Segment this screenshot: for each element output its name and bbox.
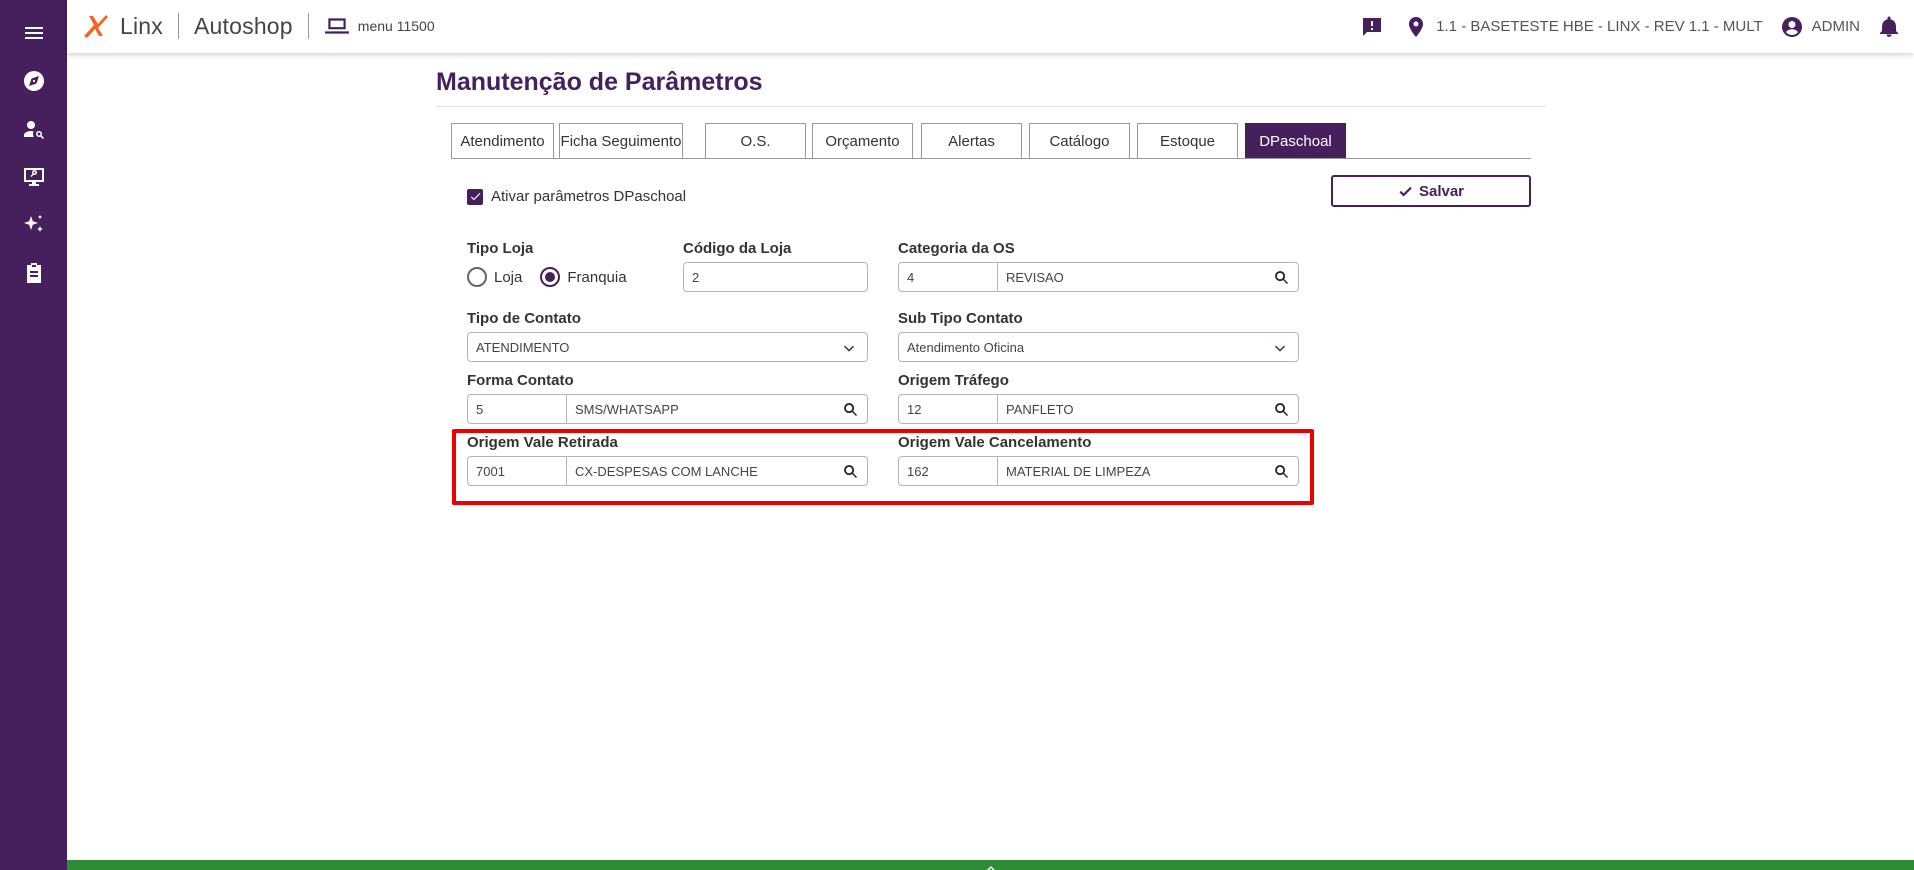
brand-divider (178, 13, 179, 39)
origem-vale-cancelamento-code-input[interactable]: 162 (899, 457, 998, 485)
laptop-icon (324, 18, 349, 34)
clipboard-icon[interactable] (0, 253, 67, 293)
radio-loja-label[interactable]: Loja (494, 269, 522, 286)
forma-contato-lookup: 5 SMS/WHATSAPP (467, 394, 868, 424)
monitor-icon[interactable] (0, 157, 67, 197)
codigo-loja-label: Código da Loja (683, 240, 792, 257)
radio-loja[interactable] (467, 267, 487, 287)
sidebar (0, 0, 67, 870)
brand: Linx Autoshop menu 11500 (80, 11, 435, 41)
sub-tipo-contato-label: Sub Tipo Contato (898, 310, 1023, 327)
origem-trafego-code-input[interactable]: 12 (899, 395, 998, 423)
sparkles-icon[interactable] (0, 205, 67, 245)
categoria-os-code-input[interactable]: 4 (899, 263, 998, 291)
tipo-contato-select[interactable]: ATENDIMENTO (467, 332, 868, 362)
tipo-contato-value: ATENDIMENTO (476, 339, 570, 355)
activate-checkbox[interactable] (467, 188, 483, 205)
origem-vale-retirada-description[interactable]: CX-DESPESAS COM LANCHE (567, 457, 833, 485)
tabs-divider (451, 158, 1531, 159)
brand-name[interactable]: Linx (120, 13, 163, 40)
forma-contato-code-input[interactable]: 5 (468, 395, 567, 423)
chat-alert-icon[interactable] (1359, 14, 1385, 40)
search-icon[interactable] (1264, 263, 1298, 291)
menu-code-label: menu 11500 (357, 18, 435, 34)
location-pin-icon[interactable] (1403, 14, 1429, 40)
tab-atendimento[interactable]: Atendimento (451, 123, 554, 158)
origem-vale-retirada-lookup: 7001 CX-DESPESAS COM LANCHE (467, 456, 868, 486)
top-bar: Linx Autoshop menu 11500 1.1 - BASETESTE… (67, 0, 1914, 53)
sub-tipo-contato-value: Atendimento Oficina (907, 339, 1025, 355)
radio-franquia-label[interactable]: Franquia (567, 269, 626, 286)
tipo-loja-radio-group: Loja Franquia (467, 267, 645, 287)
origem-trafego-lookup: 12 PANFLETO (898, 394, 1299, 424)
tab-dpaschoal[interactable]: DPaschoal (1245, 123, 1346, 158)
origem-trafego-description[interactable]: PANFLETO (998, 395, 1264, 423)
hamburger-menu-icon[interactable] (0, 13, 67, 53)
tab-ficha-seguimento[interactable]: Ficha Seguimento (559, 123, 683, 158)
tipo-contato-label: Tipo de Contato (467, 310, 581, 327)
origem-vale-cancelamento-lookup: 162 MATERIAL DE LIMPEZA (898, 456, 1299, 486)
save-button[interactable]: Salvar (1331, 175, 1531, 207)
linx-logo-icon (84, 15, 108, 38)
origem-vale-cancelamento-label: Origem Vale Cancelamento (898, 434, 1092, 451)
origem-vale-retirada-code-input[interactable]: 7001 (468, 457, 567, 485)
tipo-loja-label: Tipo Loja (467, 240, 534, 257)
forma-contato-description[interactable]: SMS/WHATSAPP (567, 395, 833, 423)
user-name[interactable]: ADMIN (1812, 18, 1860, 35)
search-icon[interactable] (833, 395, 867, 423)
search-icon[interactable] (833, 457, 867, 485)
sub-tipo-contato-select[interactable]: Atendimento Oficina (898, 332, 1299, 362)
account-circle-icon[interactable] (1779, 14, 1805, 40)
radio-franquia[interactable] (540, 267, 561, 287)
categoria-os-lookup: 4 REVISAO (898, 262, 1299, 292)
chevron-down-icon (1272, 340, 1288, 356)
tab-orcamento[interactable]: Orçamento (812, 123, 913, 158)
checkmark-icon (470, 193, 480, 201)
menu-code[interactable]: menu 11500 (324, 13, 435, 39)
bell-icon[interactable] (1876, 14, 1902, 40)
page-title: Manutenção de Parâmetros (436, 68, 763, 96)
tab-estoque[interactable]: Estoque (1137, 123, 1238, 158)
categoria-os-label: Categoria da OS (898, 240, 1015, 257)
tab-os[interactable]: O.S. (705, 123, 806, 158)
tab-alertas[interactable]: Alertas (921, 123, 1022, 158)
top-right-actions: 1.1 - BASETESTE HBE - LINX - REV 1.1 - M… (1359, 0, 1914, 53)
origem-vale-cancelamento-description[interactable]: MATERIAL DE LIMPEZA (998, 457, 1264, 485)
check-icon (1399, 186, 1412, 197)
categoria-os-description[interactable]: REVISAO (998, 263, 1264, 291)
save-button-label: Salvar (1418, 182, 1465, 200)
title-divider (436, 106, 1546, 107)
app-name[interactable]: Autoshop (194, 13, 293, 40)
location-label[interactable]: 1.1 - BASETESTE HBE - LINX - REV 1.1 - M… (1436, 18, 1762, 35)
compass-icon[interactable] (0, 61, 67, 101)
origem-trafego-label: Origem Tráfego (898, 372, 1009, 389)
activate-row: Ativar parâmetros DPaschoal (467, 188, 686, 205)
codigo-loja-input[interactable]: 2 (683, 262, 868, 292)
chevron-down-icon (841, 340, 857, 356)
tab-catalogo[interactable]: Catálogo (1029, 123, 1130, 158)
activate-label[interactable]: Ativar parâmetros DPaschoal (491, 188, 686, 205)
search-icon[interactable] (1264, 457, 1298, 485)
brand-divider (307, 13, 309, 39)
search-icon[interactable] (1264, 395, 1298, 423)
forma-contato-label: Forma Contato (467, 372, 574, 389)
user-search-icon[interactable] (0, 109, 67, 149)
origem-vale-retirada-label: Origem Vale Retirada (467, 434, 618, 451)
chevron-up-icon[interactable] (983, 861, 999, 870)
